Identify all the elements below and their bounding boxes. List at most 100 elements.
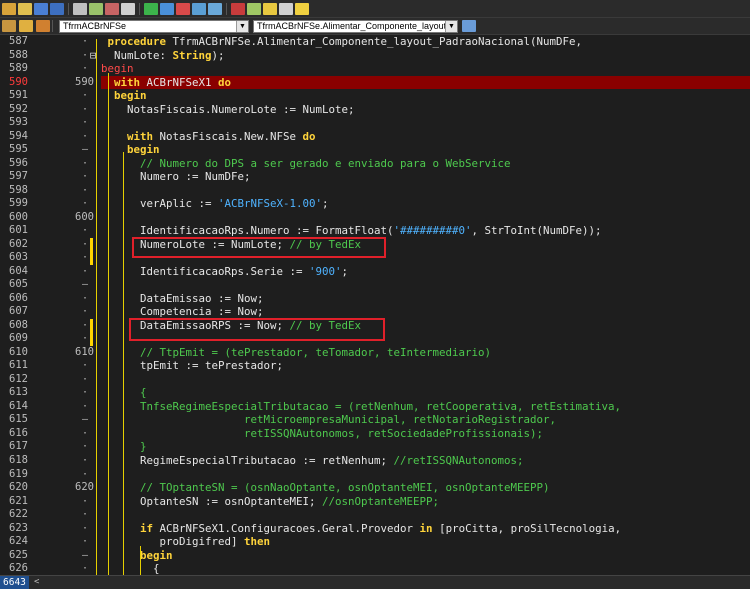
code-text[interactable]: RegimeEspecialTributacao := retNenhum; /… <box>101 454 750 468</box>
run-icon[interactable] <box>144 2 158 15</box>
code-line[interactable]: 624 · proDigifred] then <box>0 535 750 549</box>
code-line[interactable]: 593 · <box>0 116 750 130</box>
code-text[interactable]: begin <box>101 143 750 157</box>
line-number[interactable]: 590 <box>0 76 28 90</box>
line-number[interactable]: 611 <box>0 359 28 373</box>
help-icon[interactable] <box>279 2 293 15</box>
line-number[interactable]: 622 <box>0 508 28 522</box>
code-line[interactable]: 617 · } <box>0 440 750 454</box>
code-line[interactable]: 590 590 with ACBrNFSeX1 do <box>0 75 750 90</box>
code-line[interactable]: 625 – begin <box>0 549 750 563</box>
code-line[interactable]: 595 – begin <box>0 143 750 157</box>
line-number[interactable]: 597 <box>0 170 28 184</box>
code-text[interactable]: IdentificacaoRps.Serie := '900'; <box>101 265 750 279</box>
code-line[interactable]: 607 · Competencia := Now; <box>0 305 750 319</box>
line-number[interactable]: 625 <box>0 549 28 563</box>
code-text[interactable]: } <box>101 440 750 454</box>
code-line[interactable]: 619 · <box>0 468 750 482</box>
code-line[interactable]: 615 – retMicroempresaMunicipal, retNotari… <box>0 413 750 427</box>
line-number[interactable]: 616 <box>0 427 28 441</box>
step-over-icon[interactable] <box>192 2 206 15</box>
class-combo[interactable]: TfrmACBrNFSe ▼ <box>59 19 249 33</box>
code-text[interactable]: verAplic := 'ACBrNFSeX-1.00'; <box>101 197 750 211</box>
line-number[interactable]: 595 <box>0 143 28 157</box>
code-text[interactable]: procedure TfrmACBrNFSe.Alimentar_Compone… <box>101 35 750 49</box>
line-number[interactable]: 588 <box>0 49 28 63</box>
code-line[interactable]: 588 · ⊟ NumLote: String); <box>0 49 750 63</box>
code-text[interactable]: proDigifred] then <box>101 535 750 549</box>
trace-into-icon[interactable] <box>208 2 222 15</box>
line-number[interactable]: 608 <box>0 319 28 333</box>
pause-icon[interactable] <box>160 2 174 15</box>
code-text[interactable]: IdentificacaoRps.Numero := FormatFloat('… <box>101 224 750 238</box>
open-file-icon[interactable] <box>18 2 32 15</box>
code-text[interactable]: begin <box>101 62 750 76</box>
line-number[interactable]: 624 <box>0 535 28 549</box>
remove-file-icon[interactable] <box>105 2 119 15</box>
code-text[interactable]: NumLote: String); <box>101 49 750 63</box>
code-line[interactable]: 606 · DataEmissao := Now; <box>0 292 750 306</box>
code-text[interactable]: // Numero do DPS a ser gerado e enviado … <box>101 157 750 171</box>
method-combo[interactable]: TfrmACBrNFSe.Alimentar_Componente_layout… <box>253 19 458 33</box>
line-number[interactable]: 589 <box>0 62 28 76</box>
code-text[interactable]: { <box>101 562 750 575</box>
line-number[interactable]: 614 <box>0 400 28 414</box>
code-text[interactable]: DataEmissao := Now; <box>101 292 750 306</box>
code-text[interactable]: Numero := NumDFe; <box>101 170 750 184</box>
line-number[interactable]: 601 <box>0 224 28 238</box>
code-line[interactable]: 626 · { <box>0 562 750 575</box>
code-line[interactable]: 609 · <box>0 332 750 346</box>
new-file-icon[interactable] <box>2 2 16 15</box>
code-line[interactable]: 592 · NotasFiscais.NumeroLote := NumLote; <box>0 103 750 117</box>
code-explorer-icon[interactable] <box>462 20 476 32</box>
code-line[interactable]: 601 · IdentificacaoRps.Numero := FormatFl… <box>0 224 750 238</box>
stop-icon[interactable] <box>176 2 190 15</box>
code-line[interactable]: 599 · verAplic := 'ACBrNFSeX-1.00'; <box>0 197 750 211</box>
line-number[interactable]: 609 <box>0 332 28 346</box>
code-text[interactable]: { <box>101 386 750 400</box>
line-number[interactable]: 613 <box>0 386 28 400</box>
line-number[interactable]: 600 <box>0 211 28 225</box>
code-line[interactable]: 608 · DataEmissaoRPS := Now; // by TedEx <box>0 318 750 333</box>
toggle-breakpoint-icon[interactable] <box>231 2 245 15</box>
code-line[interactable]: 591 · begin <box>0 89 750 103</box>
line-number[interactable]: 591 <box>0 89 28 103</box>
save-all-icon[interactable] <box>50 2 64 15</box>
line-number[interactable]: 587 <box>0 35 28 49</box>
code-line[interactable]: 618 · RegimeEspecialTributacao := retNenh… <box>0 454 750 468</box>
code-text[interactable]: OptanteSN := osnOptanteMEI; //osnOptante… <box>101 495 750 509</box>
code-text[interactable]: with NotasFiscais.New.NFSe do <box>101 130 750 144</box>
code-text[interactable]: begin <box>101 549 750 563</box>
code-line[interactable]: 589 · begin <box>0 62 750 76</box>
line-number[interactable]: 621 <box>0 495 28 509</box>
code-text[interactable]: tpEmit := tePrestador; <box>101 359 750 373</box>
save-icon[interactable] <box>34 2 48 15</box>
code-text[interactable]: DataEmissaoRPS := Now; // by TedEx <box>101 319 750 333</box>
code-line[interactable]: 614 · TnfseRegimeEspecialTributacao = (re… <box>0 400 750 414</box>
code-line[interactable]: 594 · with NotasFiscais.New.NFSe do <box>0 130 750 144</box>
line-number[interactable]: 619 <box>0 468 28 482</box>
code-line[interactable]: 587 · procedure TfrmACBrNFSe.Alimentar_Co… <box>0 35 750 49</box>
add-file-icon[interactable] <box>89 2 103 15</box>
code-text[interactable]: with ACBrNFSeX1 do <box>101 75 750 90</box>
line-number[interactable]: 599 <box>0 197 28 211</box>
code-line[interactable]: 600 600 <box>0 211 750 225</box>
step-icon[interactable] <box>2 20 16 32</box>
line-number[interactable]: 615 <box>0 413 28 427</box>
code-line[interactable]: 616 · retISSQNAutonomos, retSociedadeProf… <box>0 427 750 441</box>
line-number[interactable]: 596 <box>0 157 28 171</box>
code-line[interactable]: 604 · IdentificacaoRps.Serie := '900'; <box>0 265 750 279</box>
line-number[interactable]: 607 <box>0 305 28 319</box>
compile-icon[interactable] <box>36 20 50 32</box>
code-line[interactable]: 603 · <box>0 251 750 265</box>
code-line[interactable]: 623 · if ACBrNFSeX1.Configuracoes.Geral.P… <box>0 522 750 536</box>
code-line[interactable]: 620 620 // TOptanteSN = (osnNaoOptante, o… <box>0 481 750 495</box>
line-number[interactable]: 604 <box>0 265 28 279</box>
code-text[interactable]: retMicroempresaMunicipal, retNotarioRegi… <box>101 413 750 427</box>
code-text[interactable]: // TOptanteSN = (osnNaoOptante, osnOptan… <box>101 481 750 495</box>
code-line[interactable]: 611 · tpEmit := tePrestador; <box>0 359 750 373</box>
code-line[interactable]: 597 · Numero := NumDFe; <box>0 170 750 184</box>
line-number[interactable]: 617 <box>0 440 28 454</box>
code-text[interactable]: TnfseRegimeEspecialTributacao = (retNenh… <box>101 400 750 414</box>
code-line[interactable]: 613 · { <box>0 386 750 400</box>
